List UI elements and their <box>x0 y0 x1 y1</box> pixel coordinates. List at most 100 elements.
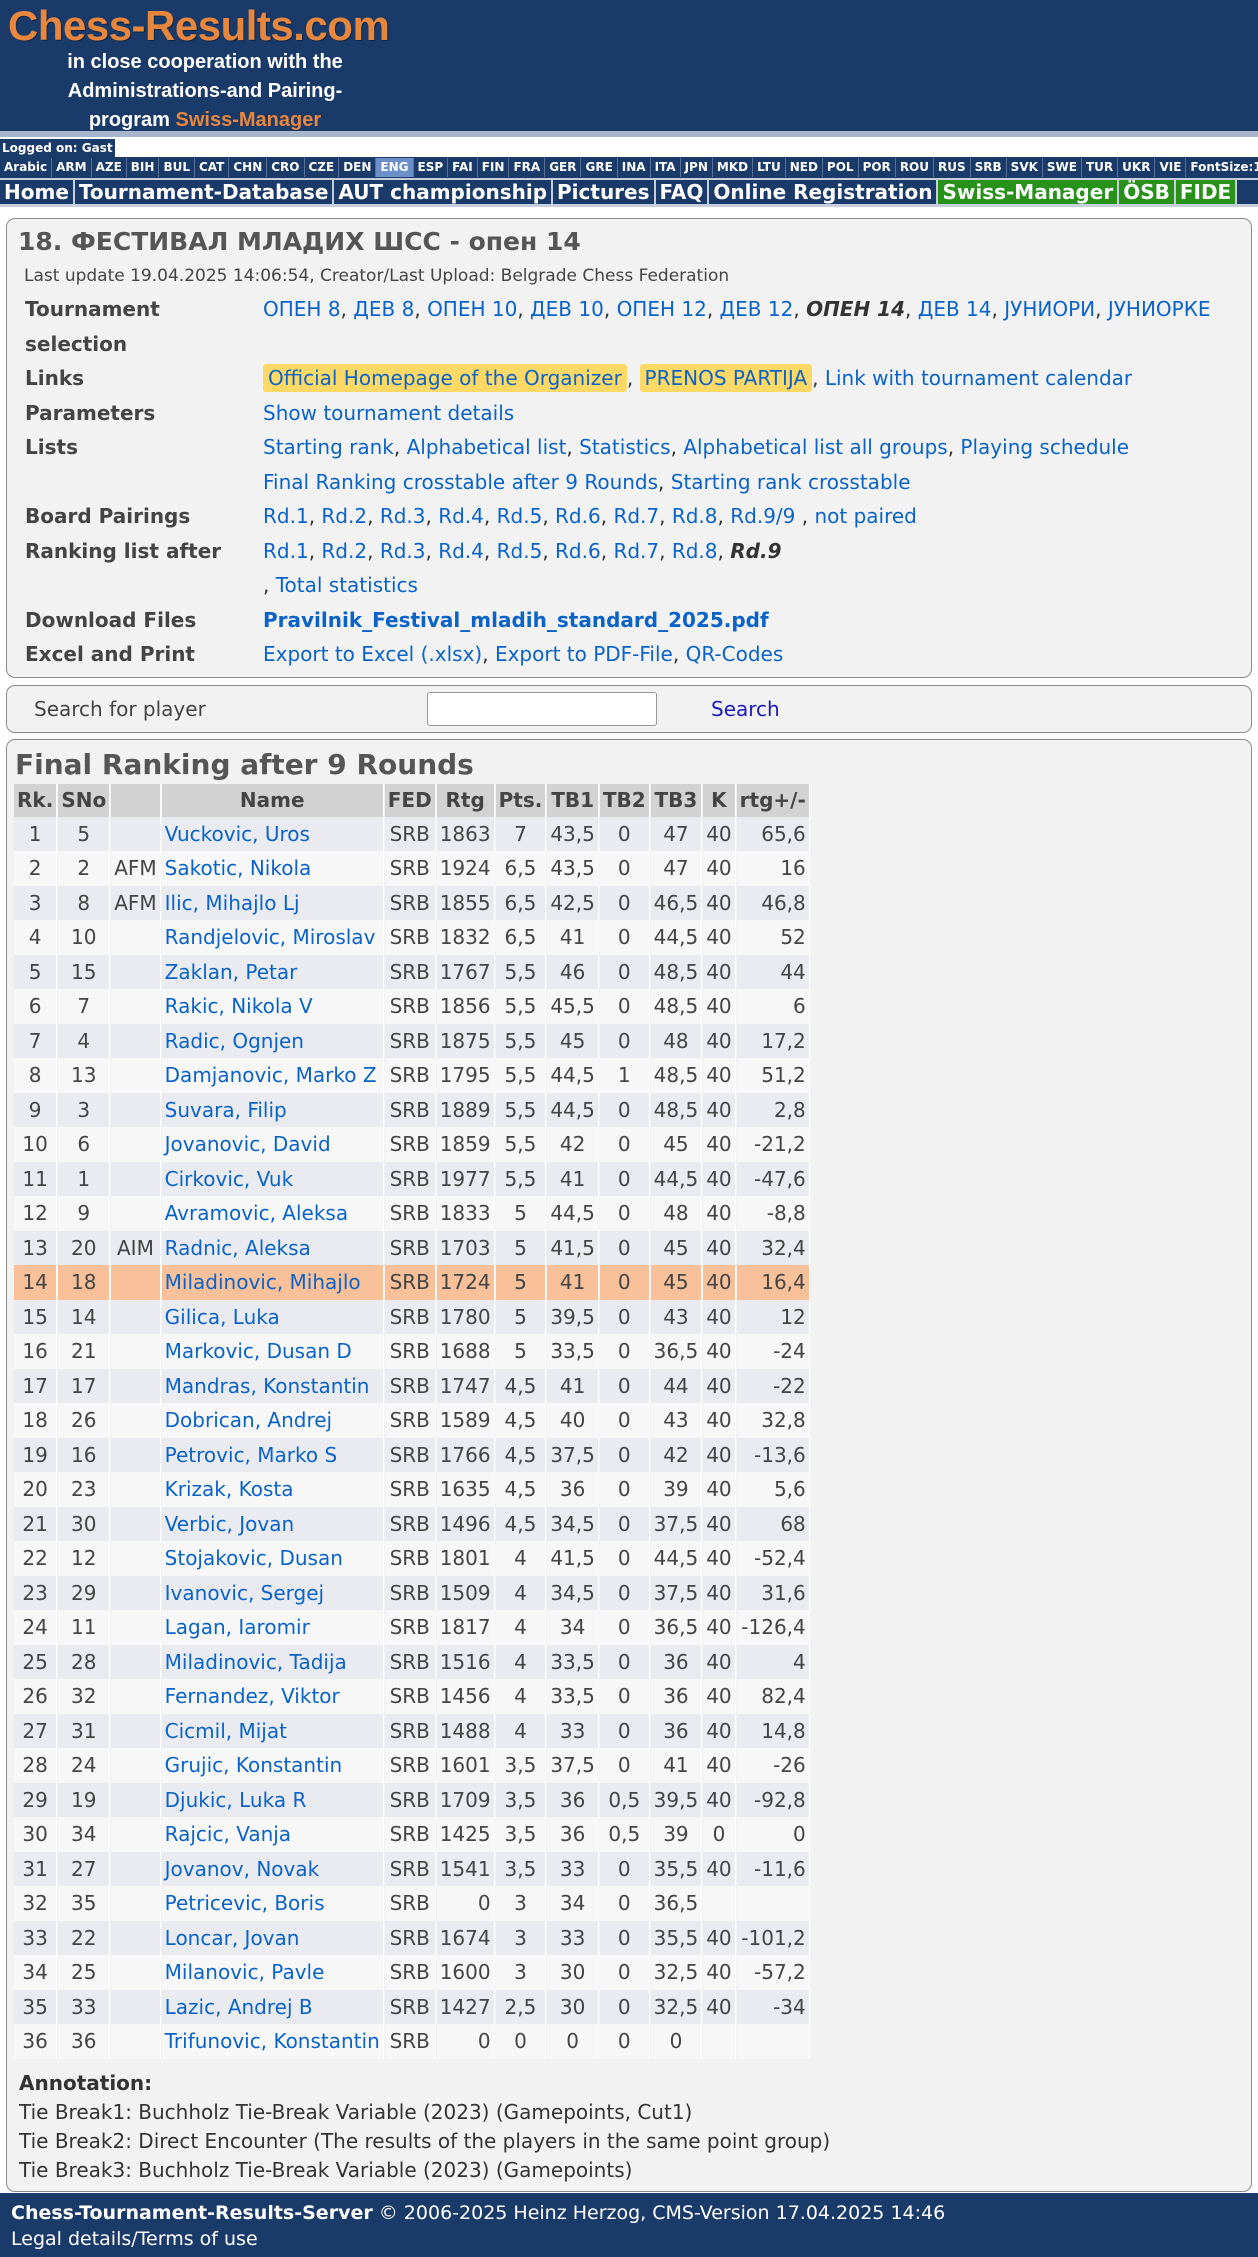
player-name-link[interactable]: Petricevic, Boris <box>165 1891 325 1915</box>
col-header-rank[interactable]: Rk. <box>14 783 58 817</box>
menu-item[interactable]: Swiss-Manager <box>938 180 1120 204</box>
col-header-k-factor[interactable]: K <box>703 783 736 817</box>
language-item[interactable]: CRO <box>267 158 305 177</box>
menu-item[interactable]: Tournament-Database <box>75 180 335 204</box>
menu-item[interactable]: Online Registration <box>709 180 939 204</box>
list-link[interactable]: Playing schedule <box>960 435 1129 459</box>
language-item[interactable]: RUS <box>934 158 971 177</box>
language-item[interactable]: SVK <box>1007 158 1043 177</box>
export-link[interactable]: Export to Excel (.xlsx) <box>263 642 482 666</box>
search-button[interactable]: Search <box>711 697 780 721</box>
export-link[interactable]: QR-Codes <box>686 642 784 666</box>
col-header-rating[interactable]: Rtg <box>436 783 495 817</box>
language-item[interactable]: POL <box>823 158 859 177</box>
not-paired-link[interactable]: not paired <box>814 504 916 528</box>
player-name-link[interactable]: Randjelovic, Miroslav <box>165 925 376 949</box>
language-item[interactable]: ITA <box>651 158 681 177</box>
player-name-link[interactable]: Ilic, Mihajlo Lj <box>165 891 300 915</box>
ranking-round-link[interactable]: Rd.7 <box>613 539 659 563</box>
language-item[interactable]: INA <box>618 158 651 177</box>
list-link[interactable]: Alphabetical list all groups <box>683 435 947 459</box>
footer-legal-link[interactable]: Legal details/Terms of use <box>11 2226 1247 2252</box>
language-item[interactable]: ESP <box>414 158 449 177</box>
ranking-round-link[interactable]: Rd.1 <box>263 539 309 563</box>
language-item[interactable]: JPN <box>681 158 713 177</box>
menu-item[interactable]: Pictures <box>553 180 656 204</box>
player-name-link[interactable]: Radic, Ognjen <box>165 1029 304 1053</box>
ranking-round-link[interactable]: Rd.4 <box>438 539 484 563</box>
list-link[interactable]: Final Ranking crosstable after 9 Rounds <box>263 470 658 494</box>
ranking-round-link[interactable]: Rd.3 <box>380 539 426 563</box>
player-name-link[interactable]: Fernandez, Viktor <box>165 1684 340 1708</box>
player-name-link[interactable]: Dobrican, Andrej <box>165 1408 332 1432</box>
player-name-link[interactable]: Zaklan, Petar <box>165 960 298 984</box>
language-item[interactable]: DEN <box>339 158 377 177</box>
language-item[interactable]: CAT <box>195 158 230 177</box>
pairing-round-link[interactable]: Rd.4 <box>438 504 484 528</box>
pairing-round-link[interactable]: Rd.9/9 <box>730 504 795 528</box>
player-name-link[interactable]: Grujic, Konstantin <box>165 1753 343 1777</box>
language-item[interactable]: Arabic <box>0 158 53 177</box>
player-name-link[interactable]: Rajcic, Vanja <box>165 1822 291 1846</box>
language-item[interactable]: NED <box>786 158 823 177</box>
language-item[interactable]: FAI <box>448 158 478 177</box>
language-item[interactable]: SWE <box>1043 158 1082 177</box>
ranking-round-link[interactable]: Rd.2 <box>321 539 367 563</box>
player-name-link[interactable]: Lazic, Andrej B <box>165 1995 313 2019</box>
col-header-points[interactable]: Pts. <box>495 783 547 817</box>
player-name-link[interactable]: Krizak, Kosta <box>165 1477 294 1501</box>
menu-item[interactable]: ÖSB <box>1119 180 1176 204</box>
language-item[interactable]: UKR <box>1118 158 1156 177</box>
language-item[interactable]: SRB <box>971 158 1007 177</box>
player-name-link[interactable]: Jovanov, Novak <box>165 1857 320 1881</box>
list-link[interactable]: Starting rank <box>263 435 394 459</box>
site-logo-title[interactable]: Chess-Results.com <box>8 2 390 50</box>
player-name-link[interactable]: Ivanovic, Sergej <box>165 1581 324 1605</box>
list-link[interactable]: Alphabetical list <box>407 435 567 459</box>
menu-item[interactable]: Home <box>0 180 75 204</box>
col-header-tb1[interactable]: TB1 <box>547 783 599 817</box>
prenos-partija-link[interactable]: PRENOS PARTIJA <box>639 364 813 392</box>
search-player-input[interactable] <box>427 691 657 726</box>
col-header-start-no[interactable]: SNo <box>58 783 111 817</box>
player-name-link[interactable]: Cicmil, Mijat <box>165 1719 287 1743</box>
language-item[interactable]: AZE <box>92 158 127 177</box>
player-name-link[interactable]: Miladinovic, Tadija <box>165 1650 347 1674</box>
language-item[interactable]: ARM <box>52 158 92 177</box>
player-name-link[interactable]: Lagan, Iaromir <box>165 1615 310 1639</box>
pairing-round-link[interactable]: Rd.1 <box>263 504 309 528</box>
tournament-selection-link[interactable]: ДЕВ 14 <box>918 297 992 321</box>
player-name-link[interactable]: Jovanovic, David <box>165 1132 331 1156</box>
menu-item[interactable]: FIDE <box>1175 180 1238 204</box>
download-pdf-link[interactable]: Pravilnik_Festival_mladih_standard_2025.… <box>263 608 769 632</box>
player-name-link[interactable]: Avramovic, Aleksa <box>165 1201 348 1225</box>
col-header-rating-change[interactable]: rtg+/- <box>736 783 810 817</box>
tournament-selection-link[interactable]: ЈУНИОРКЕ <box>1108 297 1211 321</box>
tournament-selection-link[interactable]: ОПЕН 10 <box>427 297 517 321</box>
player-name-link[interactable]: Damjanovic, Marko Z <box>165 1063 377 1087</box>
total-statistics-link[interactable]: Total statistics <box>276 573 418 597</box>
col-header-federation[interactable]: FED <box>384 783 436 817</box>
player-name-link[interactable]: Cirkovic, Vuk <box>165 1167 294 1191</box>
language-item[interactable]: GER <box>545 158 582 177</box>
tournament-selection-link[interactable]: ДЕВ 12 <box>720 297 794 321</box>
col-header-tb3[interactable]: TB3 <box>650 783 703 817</box>
player-name-link[interactable]: Suvara, Filip <box>165 1098 287 1122</box>
ranking-round-link[interactable]: Rd.5 <box>497 539 543 563</box>
language-item[interactable]: FRA <box>509 158 546 177</box>
player-name-link[interactable]: Gilica, Luka <box>165 1305 280 1329</box>
col-header-tb2[interactable]: TB2 <box>599 783 650 817</box>
language-item[interactable]: CHN <box>229 158 268 177</box>
col-header-name[interactable]: Name <box>161 783 384 817</box>
language-item[interactable]: GRE <box>581 158 618 177</box>
player-name-link[interactable]: Mandras, Konstantin <box>165 1374 370 1398</box>
language-item[interactable]: BUL <box>159 158 195 177</box>
pairing-round-link[interactable]: Rd.6 <box>555 504 601 528</box>
player-name-link[interactable]: Rakic, Nikola V <box>165 994 313 1018</box>
ranking-round-link[interactable]: Rd.6 <box>555 539 601 563</box>
player-name-link[interactable]: Verbic, Jovan <box>165 1512 295 1536</box>
show-tournament-details-link[interactable]: Show tournament details <box>263 401 514 425</box>
pairing-round-link[interactable]: Rd.7 <box>613 504 659 528</box>
player-name-link[interactable]: Milanovic, Pavle <box>165 1960 325 1984</box>
pairing-round-link[interactable]: Rd.8 <box>672 504 718 528</box>
